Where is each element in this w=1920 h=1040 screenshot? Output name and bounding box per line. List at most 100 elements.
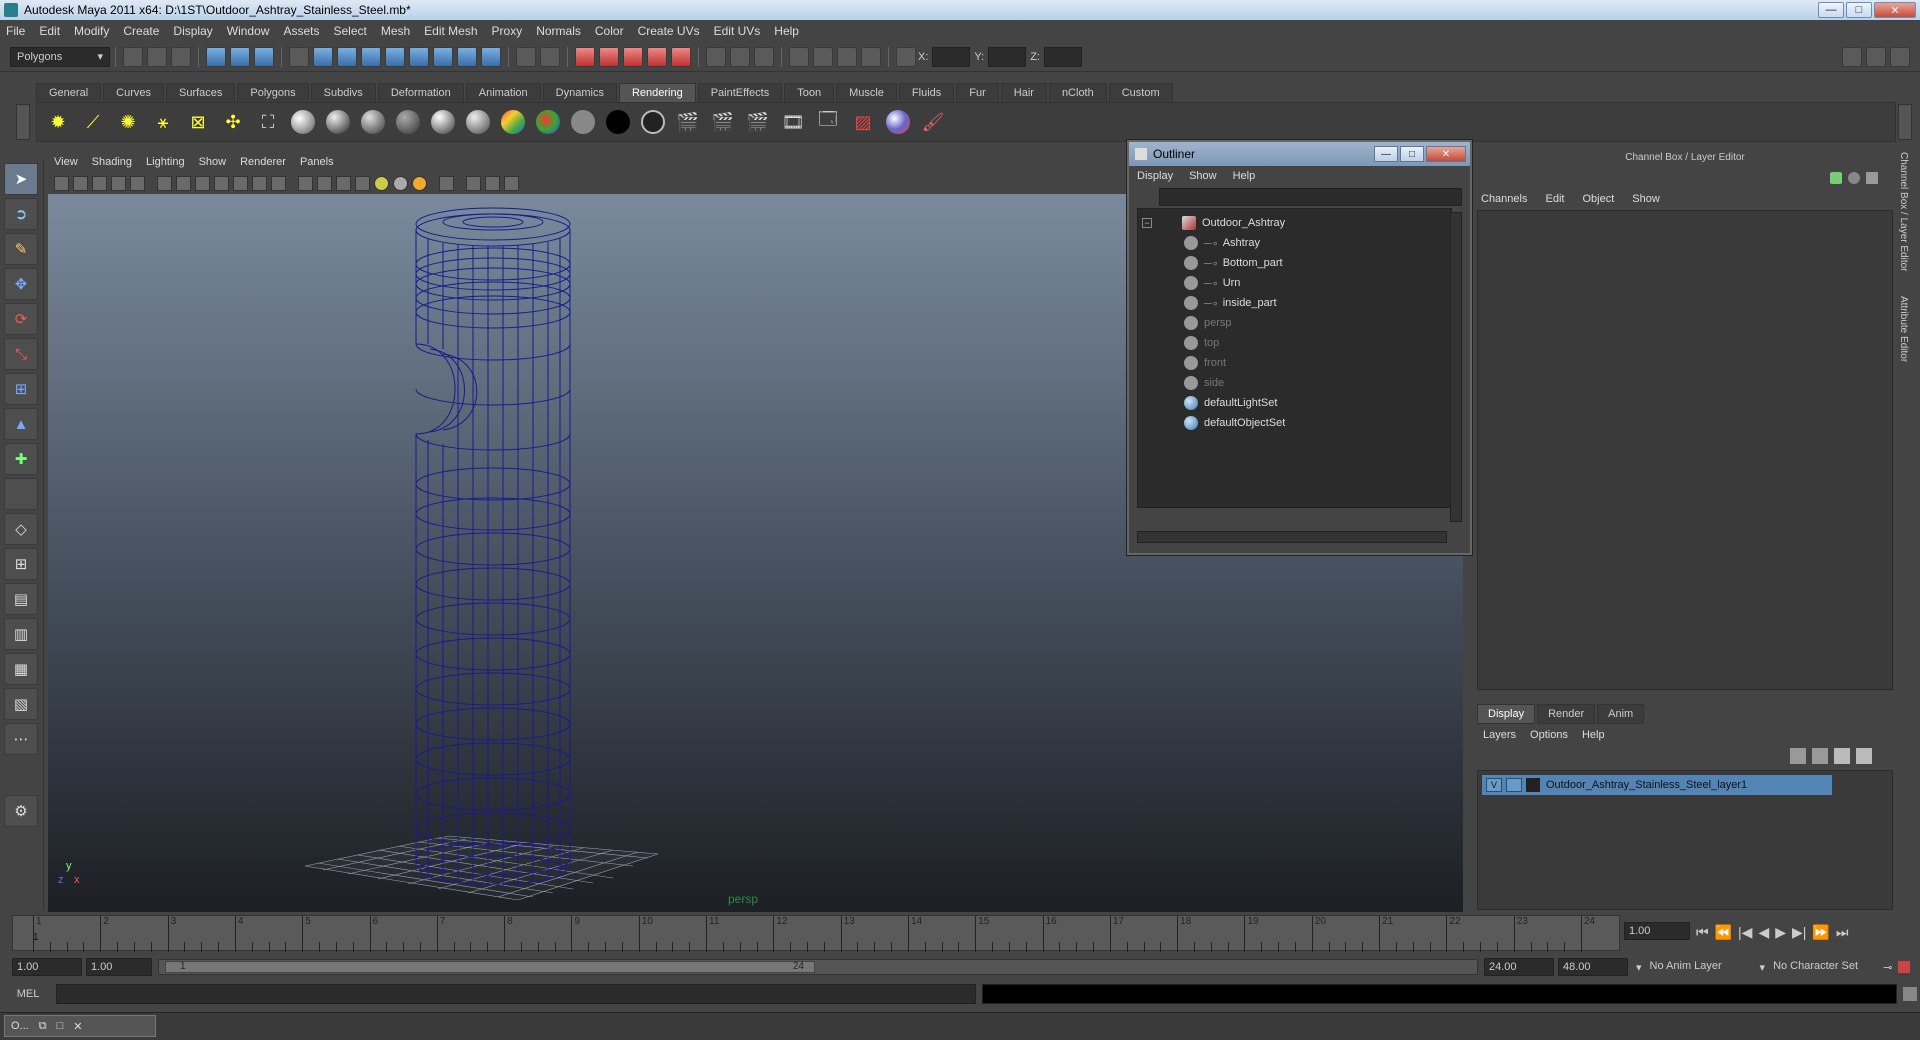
step-back-key-icon[interactable]: ⏪ [1715, 924, 1732, 941]
minimized-outliner-item[interactable]: O... ⧉ □ ✕ [4, 1015, 156, 1037]
outliner-close-button[interactable]: ✕ [1426, 146, 1466, 162]
create-layer-from-selected-icon[interactable] [1856, 748, 1872, 764]
tree-row-ashtray[interactable]: ─∘ Ashtray [1138, 233, 1451, 253]
menu-file[interactable]: File [6, 24, 25, 38]
collapse-toggle[interactable]: − [1142, 218, 1152, 228]
menu-create-uvs[interactable]: Create UVs [638, 24, 700, 38]
layer-tab-render[interactable]: Render [1537, 704, 1596, 724]
menu-normals[interactable]: Normals [536, 24, 581, 38]
outliner-vertical-scrollbar[interactable] [1450, 212, 1462, 522]
character-set-chevron-icon[interactable]: ▾ [1760, 961, 1766, 974]
maximize-icon[interactable]: □ [57, 1020, 64, 1032]
select-deformations-icon[interactable] [409, 46, 429, 67]
x-field[interactable] [932, 46, 971, 67]
side-tab-channel-box[interactable]: Channel Box / Layer Editor [1898, 152, 1909, 272]
layer-menu-layers[interactable]: Layers [1483, 729, 1516, 741]
paint-shader-icon[interactable] [883, 107, 913, 137]
minimize-button[interactable]: — [1818, 2, 1844, 18]
select-dynamics-icon[interactable] [433, 46, 453, 67]
tree-row-urn[interactable]: ─∘ Urn [1138, 273, 1451, 293]
shelf-tab-painteffects[interactable]: PaintEffects [697, 83, 783, 102]
menu-mesh[interactable]: Mesh [381, 24, 410, 38]
step-forward-key-icon[interactable]: ⏩ [1812, 924, 1829, 941]
bookmarks-icon[interactable] [92, 175, 107, 191]
outliner-menu-help[interactable]: Help [1233, 170, 1256, 182]
snap-point-icon[interactable] [623, 46, 643, 67]
spot-light-icon[interactable]: ⚹ [148, 107, 178, 137]
auto-key-icon[interactable] [1898, 961, 1911, 973]
soft-modification-icon[interactable]: ▲ [4, 408, 38, 440]
viewport-menu-view[interactable]: View [54, 156, 78, 168]
scale-tool-icon[interactable]: ⤡ [4, 338, 38, 370]
save-scene-icon[interactable] [171, 46, 191, 67]
select-hierarchy-icon[interactable] [206, 46, 226, 67]
shelf-tab-dynamics[interactable]: Dynamics [542, 83, 617, 102]
tree-row-default-object-set[interactable]: defaultObjectSet [1138, 413, 1451, 433]
persp-uv-layout-icon[interactable]: ▧ [4, 688, 38, 720]
lasso-tool-icon[interactable]: ➲ [4, 198, 38, 230]
layer-menu-options[interactable]: Options [1530, 729, 1568, 741]
script-editor-icon[interactable] [1903, 987, 1917, 1001]
shelf-tab-deformation[interactable]: Deformation [377, 83, 464, 102]
shelf-scroll-icon[interactable] [1898, 104, 1912, 140]
persp-graph-layout-icon[interactable]: ▥ [4, 618, 38, 650]
channel-box-menu-object[interactable]: Object [1582, 193, 1614, 205]
tree-row-outdoor-ashtray[interactable]: − Outdoor_Ashtray [1138, 213, 1451, 233]
gate-mask-icon[interactable] [214, 175, 229, 191]
volume-light-icon[interactable]: ✣ [218, 107, 248, 137]
tree-row-persp[interactable]: persp [1138, 313, 1451, 333]
playback-end-field[interactable]: 24.00 [1484, 958, 1554, 976]
film-gate-icon[interactable] [176, 175, 191, 191]
safe-action-icon[interactable] [252, 175, 267, 191]
menu-select[interactable]: Select [333, 24, 366, 38]
range-slider[interactable]: 1 24 [158, 959, 1478, 975]
shelf-tab-ncloth[interactable]: nCloth [1048, 83, 1107, 102]
paint-select-tool-icon[interactable]: ✎ [4, 233, 38, 265]
render-current-icon[interactable]: 🎬 [708, 107, 738, 137]
lambert-material-icon[interactable] [393, 107, 423, 137]
tree-row-inside-part[interactable]: ─∘ inside_part [1138, 293, 1451, 313]
tree-row-side[interactable]: side [1138, 373, 1451, 393]
shading-map-icon[interactable] [568, 107, 598, 137]
layer-tab-anim[interactable]: Anim [1597, 704, 1645, 724]
shelf-tab-hair[interactable]: Hair [1000, 83, 1047, 102]
layer-menu-help[interactable]: Help [1582, 729, 1605, 741]
menu-set-dropdown[interactable]: Polygons ▾ [10, 46, 110, 67]
layer-row[interactable]: V Outdoor_Ashtray_Stainless_Steel_layer1 [1482, 775, 1832, 795]
shelf-tab-general[interactable]: General [36, 83, 102, 102]
point-light-icon[interactable]: ✺ [113, 107, 143, 137]
select-rendering-icon[interactable] [457, 46, 477, 67]
persp-outliner-layout-icon[interactable]: ▤ [4, 583, 38, 615]
phong-material-icon[interactable] [428, 107, 458, 137]
blinn-material-icon[interactable] [358, 107, 388, 137]
tree-row-default-light-set[interactable]: defaultLightSet [1138, 393, 1451, 413]
render-settings-icon[interactable] [837, 46, 857, 67]
outliner-menu-display[interactable]: Display [1137, 170, 1173, 182]
show-manipulator-icon[interactable]: ✚ [4, 443, 38, 475]
anisotropic-material-icon[interactable] [323, 107, 353, 137]
batch-render-icon[interactable]: 🗔 [813, 107, 843, 137]
smooth-shade-icon[interactable] [317, 175, 332, 191]
toggle-attribute-editor-icon[interactable] [1842, 46, 1862, 67]
start-time-field[interactable]: 1.00 [12, 958, 82, 976]
toolbox-bottom-icon[interactable]: ⚙ [4, 795, 38, 827]
cancel-batch-icon[interactable]: ▨ [848, 107, 878, 137]
command-input[interactable] [56, 984, 976, 1004]
use-background-icon[interactable] [638, 107, 668, 137]
render-globals-icon[interactable]: 🎞 [778, 107, 808, 137]
shelf-tab-rendering[interactable]: Rendering [618, 83, 696, 102]
field-chart-icon[interactable] [233, 175, 248, 191]
select-handles-icon[interactable] [313, 46, 333, 67]
use-default-lighting-icon[interactable] [374, 175, 389, 191]
viewport-menu-panels[interactable]: Panels [300, 156, 334, 168]
side-tab-attribute-editor[interactable]: Attribute Editor [1898, 296, 1909, 362]
channel-box-speed-icon[interactable] [1848, 172, 1860, 184]
restore-icon[interactable]: ⧉ [39, 1020, 47, 1033]
z-field[interactable] [1043, 46, 1082, 67]
menu-edit[interactable]: Edit [39, 24, 60, 38]
rotate-tool-icon[interactable]: ⟳ [4, 303, 38, 335]
close-icon[interactable]: ✕ [73, 1020, 82, 1033]
shelf-tab-curves[interactable]: Curves [103, 83, 164, 102]
toggle-channel-box-icon[interactable] [1890, 46, 1910, 67]
input-ops-icon[interactable] [706, 46, 726, 67]
